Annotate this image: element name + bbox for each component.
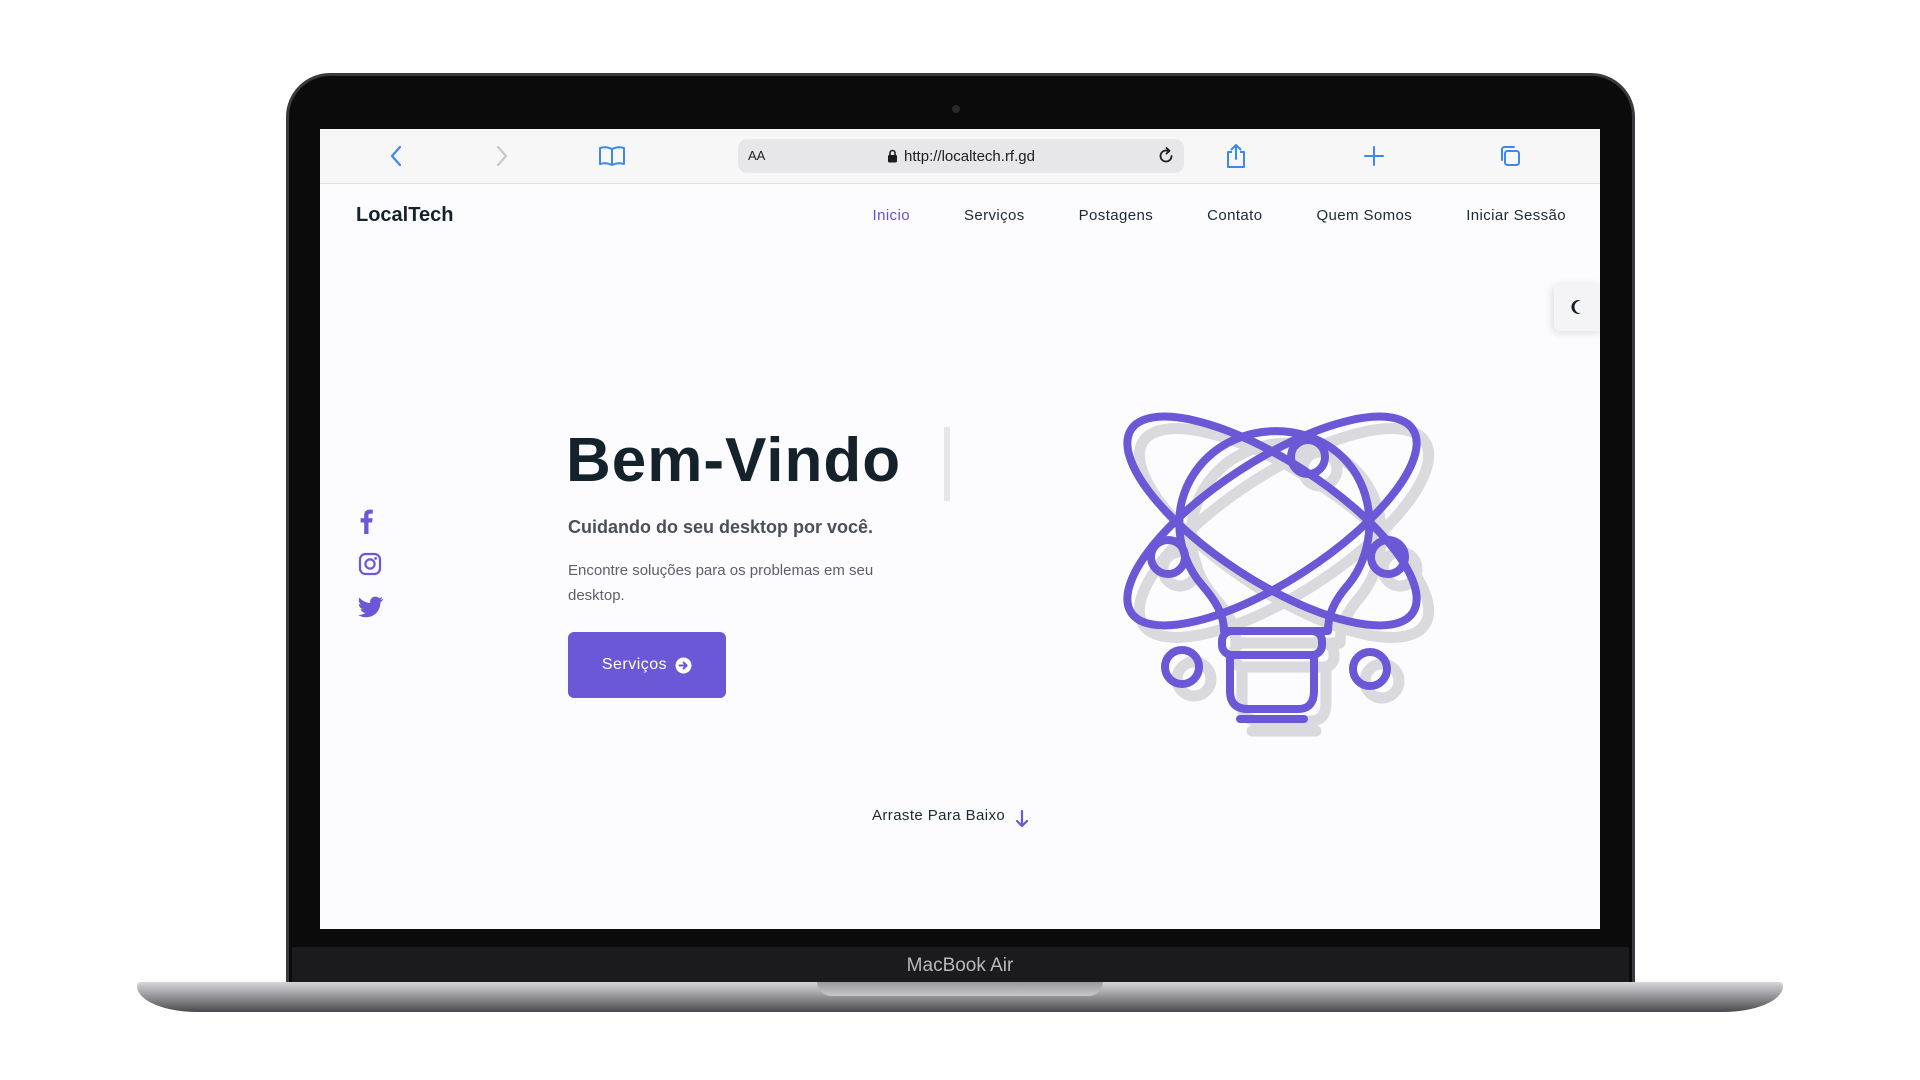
nav-link-iniciar-sessao[interactable]: Iniciar Sessão (1466, 207, 1566, 224)
instagram-icon (358, 552, 382, 576)
facebook-link[interactable] (358, 508, 374, 538)
hero-description: Encontre soluções para os problemas em s… (568, 562, 874, 604)
book-icon (599, 146, 625, 166)
scroll-down-label: Arraste Para Baixo (872, 806, 1006, 824)
camera-icon (952, 105, 960, 113)
reload-icon[interactable] (1156, 146, 1176, 166)
nav-link-inicio[interactable]: Inicio (873, 207, 910, 224)
lock-icon (888, 149, 898, 163)
share-button[interactable] (1218, 140, 1254, 172)
laptop-model-label: MacBook Air (906, 955, 1014, 976)
bookmarks-button[interactable] (592, 140, 632, 172)
twitter-link[interactable] (358, 596, 384, 622)
twitter-icon (358, 596, 383, 618)
nav-link-contato[interactable]: Contato (1207, 207, 1262, 224)
theme-toggle-button[interactable] (1554, 283, 1600, 331)
plus-icon (1364, 146, 1384, 166)
arrow-down-icon (1015, 809, 1029, 828)
lightbulb-orbit-icon (1123, 412, 1435, 737)
hero-subtitle: Cuidando do seu desktop por você. (568, 517, 874, 537)
hero-title: Bem-Vindo (566, 426, 902, 495)
tabs-icon (1501, 146, 1520, 166)
site-logo[interactable]: LocalTech (356, 183, 453, 247)
facebook-icon (360, 509, 373, 534)
share-icon (1227, 144, 1245, 168)
instagram-link[interactable] (358, 552, 382, 580)
site-header: LocalTech Inicio Serviços Postagens Cont… (320, 183, 1600, 247)
services-button[interactable]: Serviços (568, 632, 726, 698)
browser-toolbar: AA http://localtech.rf.gd (320, 129, 1600, 184)
scroll-down-link[interactable]: Arraste Para Baixo (872, 801, 1029, 829)
nav-link-postagens[interactable]: Postagens (1079, 207, 1153, 224)
services-button-label: Serviços (601, 656, 668, 673)
nav-link-quem-somos[interactable]: Quem Somos (1316, 207, 1412, 224)
url-text: http://localtech.rf.gd (904, 147, 1035, 165)
moon-icon (1571, 300, 1581, 314)
address-bar[interactable]: AA http://localtech.rf.gd (738, 139, 1184, 173)
nav-menu: Inicio Serviços Postagens Contato Quem S… (873, 183, 1566, 247)
back-button[interactable] (380, 140, 412, 172)
screen: AA http://localtech.rf.gd LocalTech Inic… (320, 129, 1600, 929)
forward-button[interactable] (486, 140, 518, 172)
typing-caret (944, 427, 950, 501)
arrow-circle-right-icon (675, 657, 692, 673)
new-tab-button[interactable] (1356, 140, 1392, 172)
tabs-button[interactable] (1492, 140, 1528, 172)
chevron-left-icon (390, 145, 402, 167)
laptop-notch (817, 982, 1103, 996)
chevron-right-icon (496, 145, 508, 167)
nav-link-servicos[interactable]: Serviços (964, 207, 1025, 224)
